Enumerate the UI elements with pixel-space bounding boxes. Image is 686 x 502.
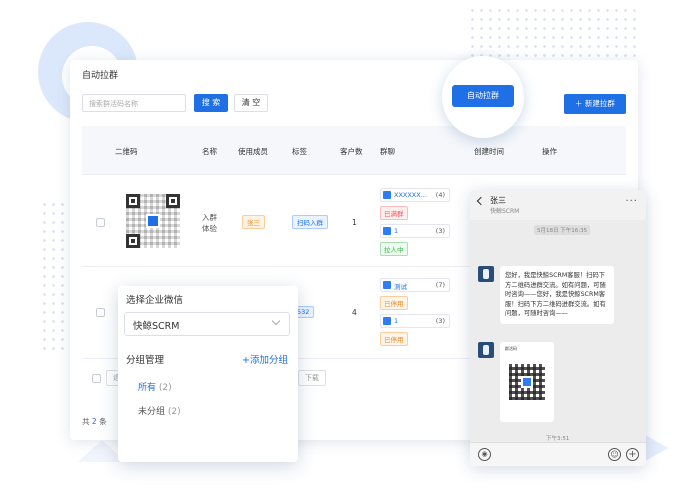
group-chat-item[interactable]: 1 (3): [380, 224, 450, 238]
group-chat-count: (3): [435, 317, 445, 325]
group-chat-count: (4): [435, 191, 445, 199]
auto-group-button[interactable]: 自动拉群: [452, 85, 514, 107]
group-chat-icon: [383, 317, 391, 325]
group-item-count: (2): [158, 383, 172, 393]
column-header-groups: 群聊: [380, 147, 395, 156]
contact-subtitle: 快鲸SCRM: [490, 208, 520, 215]
group-chat-item[interactable]: XXXXXX... (4): [380, 188, 450, 202]
back-icon[interactable]: [476, 196, 486, 206]
column-header-actions: 操作: [542, 147, 557, 156]
group-status-badge: 已满群: [380, 206, 408, 220]
column-header-created: 创建时间: [474, 147, 504, 156]
row-name-line: 入群: [202, 213, 217, 222]
enterprise-select[interactable]: 快鲸SCRM: [124, 312, 290, 336]
group-chat-item[interactable]: 测试 (7): [380, 278, 450, 292]
total-suffix: 条: [99, 417, 107, 426]
chat-message: 您好，我是快鲸SCRM客服！扫码下方二维码进群交流。如有问题，可随时咨询——您好…: [500, 266, 614, 324]
select-all-checkbox[interactable]: [92, 374, 101, 383]
row-checkbox[interactable]: [96, 218, 105, 227]
group-status-badge: 已停用: [380, 296, 408, 310]
group-chat-count: (7): [435, 281, 445, 289]
select-label: 选择企业微信: [126, 295, 184, 306]
total-number: 2: [91, 417, 97, 426]
qr-center-logo: [521, 376, 533, 388]
label-tag: 扫码入群: [292, 215, 328, 229]
group-chat-count: (3): [435, 227, 445, 235]
group-chat-name: 1: [394, 317, 399, 325]
member-tag: 张三: [242, 215, 265, 229]
group-item-label: 所有: [138, 383, 157, 393]
avatar: [478, 342, 494, 358]
group-status-badge: 拉人中: [380, 242, 408, 256]
new-group-button[interactable]: ＋ 新建拉群: [564, 94, 626, 114]
column-header-customers: 客户数: [340, 147, 363, 156]
row-checkbox[interactable]: [96, 308, 105, 317]
customer-count: 1: [352, 218, 357, 227]
column-header-name: 名称: [202, 147, 217, 156]
enterprise-wechat-panel: 选择企业微信 快鲸SCRM 分组管理 +添加分组 所有 (2) 未分组 (2): [118, 286, 298, 462]
download-button[interactable]: 下载: [298, 370, 326, 386]
chat-header: 张三 快鲸SCRM ···: [470, 190, 646, 220]
row-name: 入群 体验: [202, 212, 217, 234]
group-item-label: 未分组: [138, 407, 166, 417]
emoji-icon[interactable]: ☺: [608, 448, 621, 461]
page-title: 自动拉群: [82, 71, 119, 81]
chat-timestamp: 5月18日 下午16:35: [534, 225, 591, 235]
table-header: 二维码 名称 使用成员 标签 客户数 群聊 创建时间 操作: [82, 126, 626, 174]
group-chat-name: 测试: [394, 283, 407, 291]
contact-name: 张三: [490, 196, 506, 205]
group-status-badge: 已停用: [380, 332, 408, 346]
search-input[interactable]: 搜索群活码名称: [82, 94, 186, 112]
group-item-all[interactable]: 所有 (2): [138, 380, 172, 393]
more-icon[interactable]: ···: [625, 196, 638, 207]
group-chat-icon: [383, 227, 391, 235]
voice-icon[interactable]: ◉: [478, 448, 491, 461]
column-header-members: 使用成员: [238, 147, 268, 156]
row-divider: [82, 174, 626, 175]
row-name-line: 体验: [202, 224, 217, 233]
chevron-down-icon: [271, 316, 281, 326]
plus-icon[interactable]: +: [626, 448, 639, 461]
chat-input-bar: ◉ ☺ +: [470, 442, 646, 466]
group-manage-title: 分组管理: [126, 355, 165, 366]
column-header-tags: 标签: [292, 147, 307, 156]
group-item-count: (2): [167, 407, 181, 417]
search-button[interactable]: 搜 索: [194, 94, 228, 112]
group-chat-icon: [383, 191, 391, 199]
chat-body: 5月18日 下午16:35 您好，我是快鲸SCRM客服！扫码下方二维码进群交流。…: [470, 220, 646, 442]
clear-button[interactable]: 清 空: [234, 94, 268, 112]
total-prefix: 共: [82, 417, 90, 426]
group-chat-icon: [383, 281, 391, 289]
auto-group-highlight: 自动拉群: [442, 56, 524, 138]
qr-code-image: [126, 194, 180, 248]
qr-card-message[interactable]: 群活码: [500, 342, 554, 422]
group-chat-item[interactable]: 1 (3): [380, 314, 450, 328]
chat-preview: 张三 快鲸SCRM ··· 5月18日 下午16:35 您好，我是快鲸SCRM客…: [470, 190, 646, 466]
total-count: 共 2 条: [82, 416, 107, 427]
customer-count: 4: [352, 308, 357, 317]
chat-timestamp: 下午3:51: [546, 436, 570, 442]
enterprise-select-value: 快鲸SCRM: [133, 321, 180, 332]
qr-card-title: 群活码: [505, 346, 517, 351]
group-item-ungrouped[interactable]: 未分组 (2): [138, 404, 181, 417]
group-chat-name: XXXXXX...: [394, 191, 427, 199]
group-chat-name: 1: [394, 227, 399, 235]
column-header-qr: 二维码: [115, 147, 138, 156]
avatar: [478, 266, 494, 282]
add-group-link[interactable]: +添加分组: [242, 352, 288, 366]
